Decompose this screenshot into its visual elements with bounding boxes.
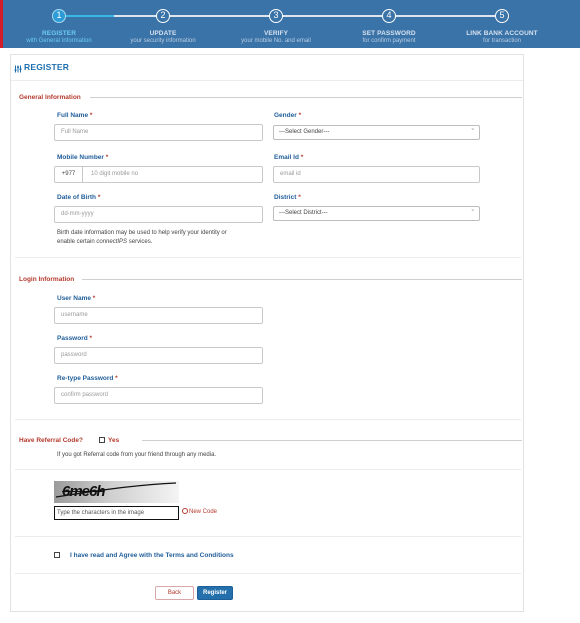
divider bbox=[15, 573, 521, 574]
divider bbox=[15, 536, 521, 537]
username-label: User Name * bbox=[57, 295, 96, 302]
email-label: Email Id * bbox=[274, 154, 304, 161]
back-button[interactable]: Back bbox=[155, 586, 194, 600]
referral-checkbox[interactable] bbox=[99, 437, 105, 443]
gender-label: Gender * bbox=[274, 112, 302, 119]
step-title: SET PASSWORD bbox=[362, 30, 416, 37]
password-label: Password * bbox=[57, 335, 93, 342]
captcha-input[interactable]: Type the characters in the image bbox=[54, 506, 179, 520]
section-title-login: Login Information bbox=[19, 276, 75, 283]
card-header: REGISTER bbox=[11, 55, 523, 81]
chevron-down-icon: ˇ bbox=[471, 129, 474, 136]
step-subtitle: with General Information bbox=[26, 38, 92, 44]
referral-question: Have Referral Code? bbox=[19, 437, 83, 444]
dob-help-text: Birth date information may be used to he… bbox=[57, 230, 227, 245]
username-input[interactable]: username bbox=[54, 307, 263, 324]
terms-label[interactable]: I have read and Agree with the Terms and… bbox=[70, 552, 234, 559]
full-name-label: Full Name * bbox=[57, 112, 93, 119]
refresh-radio-icon bbox=[182, 508, 188, 514]
step-number: 5 bbox=[495, 9, 509, 23]
retype-password-input[interactable]: confirm password bbox=[54, 387, 263, 404]
gender-selected-value: ---Select Gender--- bbox=[279, 129, 330, 135]
step-title: REGISTER bbox=[41, 30, 77, 37]
step-title: VERIFY bbox=[263, 30, 289, 37]
captcha-noise bbox=[55, 482, 177, 498]
step-number: 1 bbox=[52, 9, 66, 23]
chevron-down-icon: ˇ bbox=[471, 210, 474, 217]
register-button[interactable]: Register bbox=[197, 586, 233, 600]
section-rule bbox=[142, 440, 522, 441]
full-name-input[interactable]: Full Name bbox=[54, 124, 263, 141]
step-number: 2 bbox=[156, 9, 170, 23]
password-input[interactable]: password bbox=[54, 347, 263, 364]
section-rule bbox=[82, 279, 522, 280]
divider bbox=[15, 469, 521, 470]
step-title: UPDATE bbox=[149, 30, 177, 37]
mobile-placeholder: 10 digit mobile no bbox=[91, 171, 139, 177]
step-connector bbox=[114, 15, 500, 17]
referral-help-text: If you got Referral code from your frien… bbox=[57, 452, 217, 458]
step-title: LINK BANK ACCOUNT bbox=[466, 30, 538, 37]
step-connector bbox=[66, 15, 114, 17]
mobile-input[interactable]: +977 10 digit mobile no bbox=[54, 166, 263, 183]
country-code-prefix: +977 bbox=[55, 167, 83, 182]
step-number: 4 bbox=[382, 9, 396, 23]
district-select[interactable]: ---Select District--- ˇ bbox=[273, 206, 480, 221]
dob-input[interactable]: dd-mm-yyyy bbox=[54, 206, 263, 223]
district-selected-value: ---Select District--- bbox=[279, 210, 328, 216]
dob-label: Date of Birth * bbox=[57, 194, 101, 201]
sliders-icon bbox=[14, 65, 22, 73]
new-code-link[interactable]: New Code bbox=[182, 508, 217, 517]
divider bbox=[15, 419, 521, 420]
step-subtitle: for confirm payment bbox=[362, 38, 416, 44]
mobile-label: Mobile Number * bbox=[57, 154, 109, 161]
register-form-card: REGISTER General Information Full Name *… bbox=[10, 54, 524, 612]
section-title-general: General Information bbox=[19, 94, 81, 101]
referral-yes-label[interactable]: Yes bbox=[108, 437, 119, 444]
captcha-image: 6me6h bbox=[54, 481, 179, 503]
step-number: 3 bbox=[269, 9, 283, 23]
divider bbox=[15, 257, 521, 258]
registration-stepper: 1 REGISTER with General Information 2 UP… bbox=[0, 0, 580, 48]
gender-select[interactable]: ---Select Gender--- ˇ bbox=[273, 125, 480, 140]
terms-checkbox[interactable] bbox=[54, 552, 60, 558]
step-subtitle: for transaction bbox=[482, 38, 522, 44]
email-input[interactable]: email id bbox=[273, 166, 480, 183]
district-label: District * bbox=[274, 194, 301, 201]
step-subtitle: your security information bbox=[130, 38, 196, 44]
section-rule bbox=[90, 97, 522, 98]
retype-password-label: Re-type Password * bbox=[57, 375, 118, 382]
step-subtitle: your mobile No. and email bbox=[241, 38, 311, 44]
page-title: REGISTER bbox=[24, 62, 70, 72]
